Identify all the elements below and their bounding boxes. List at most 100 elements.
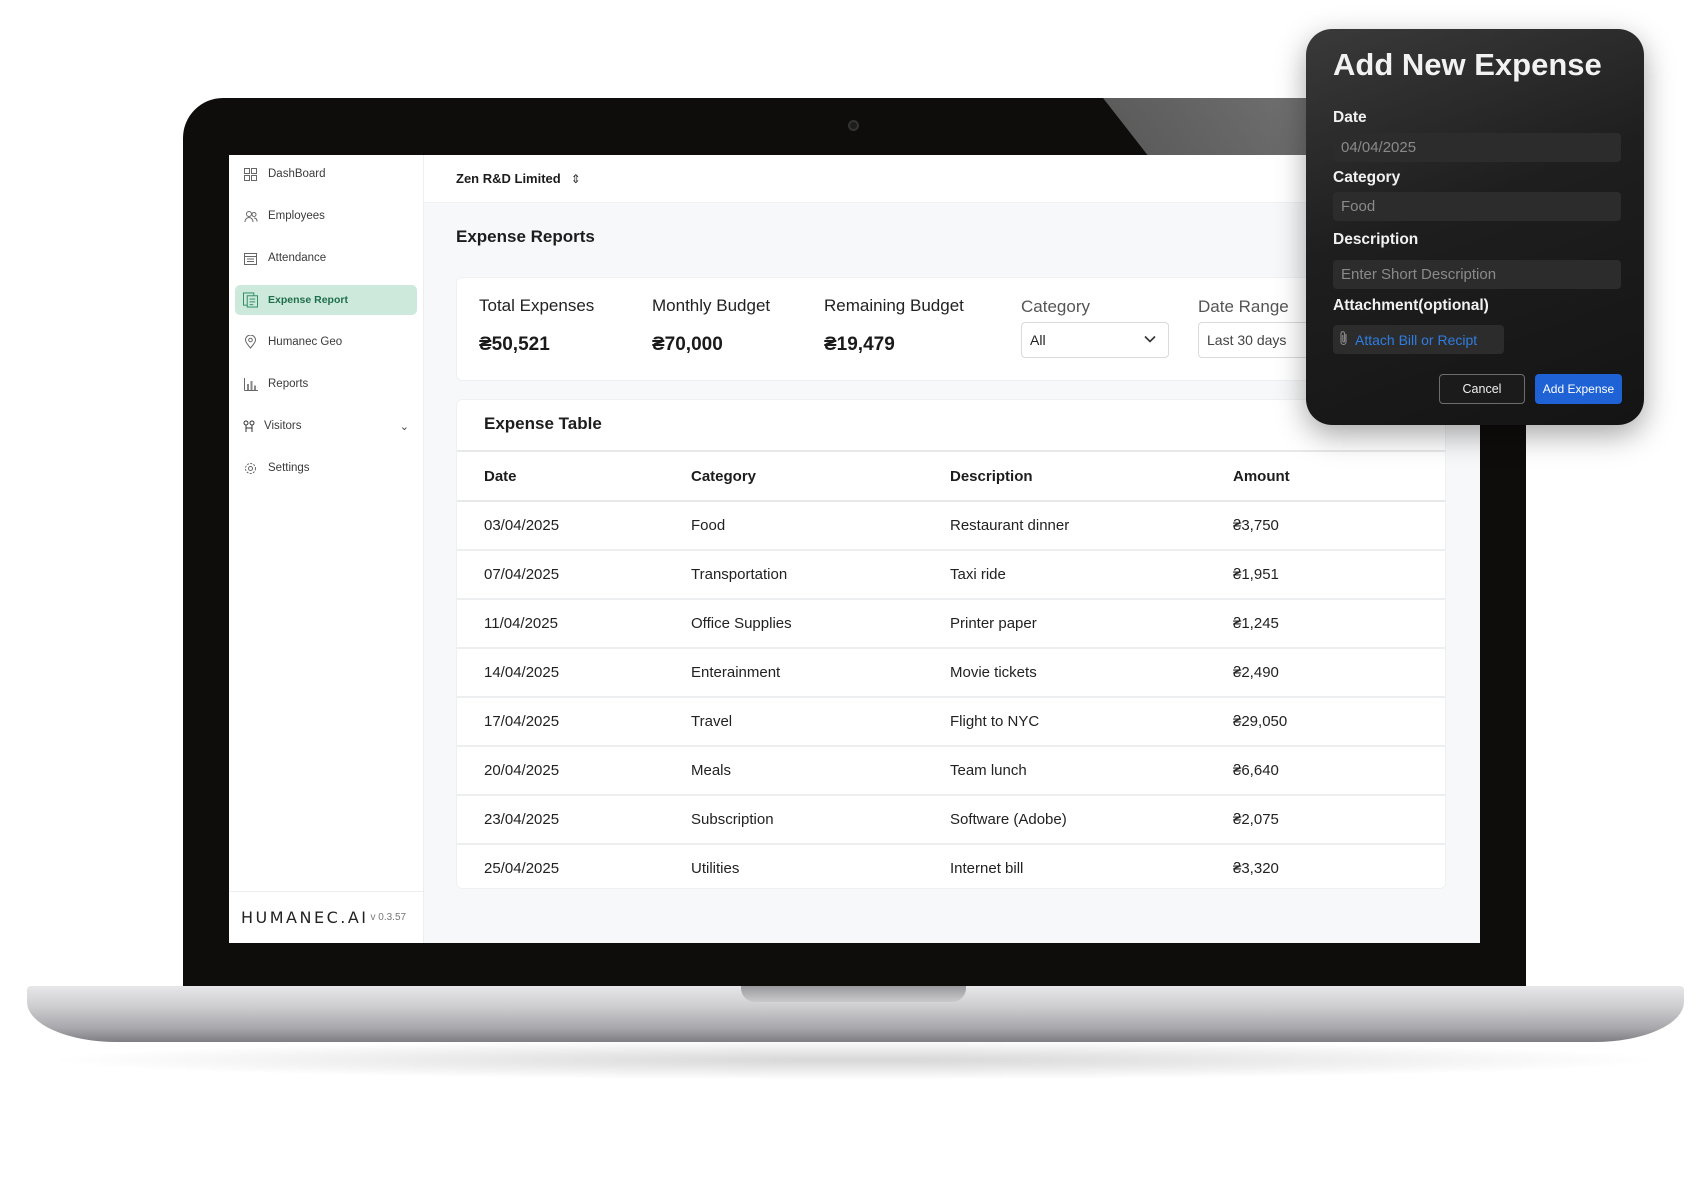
chevron-up-down-icon[interactable]: ⇕	[571, 172, 581, 186]
sidebar: DashBoard Employees Attendance Expense R…	[229, 155, 424, 943]
attach-link: Attach Bill or Recipt	[1355, 331, 1478, 348]
laptop-shadow	[40, 1040, 1670, 1080]
sidebar-item-label: DashBoard	[268, 168, 326, 180]
sidebar-item-reports[interactable]: Reports	[235, 369, 417, 399]
table-header-row: Date Category Description Amount	[457, 450, 1445, 502]
stat-value: ₴19,479	[824, 334, 895, 355]
description-cell: Printer paper	[950, 599, 1233, 649]
receipt-icon	[243, 292, 258, 308]
category-select-value: All	[1030, 332, 1046, 348]
table-row[interactable]: 20/04/2025 Meals Team lunch ₴6,640	[457, 746, 1445, 796]
category-cell: Office Supplies	[691, 599, 950, 649]
description-field[interactable]: Enter Short Description	[1333, 260, 1621, 289]
date-cell: 03/04/2025	[457, 501, 691, 551]
total-expenses-stat: Total Expenses ₴50,521	[479, 296, 594, 356]
category-cell: Transportation	[691, 550, 950, 600]
date-field-value: 04/04/2025	[1341, 139, 1417, 156]
amount-cell: ₴2,490	[1233, 648, 1445, 698]
column-header: Category	[691, 450, 950, 502]
sidebar-item-attendance[interactable]: Attendance	[235, 243, 417, 273]
amount-cell: ₴2,075	[1233, 795, 1445, 845]
attachment-label: Attachment(optional)	[1333, 297, 1489, 314]
date-range-select[interactable]: Last 30 days	[1198, 322, 1318, 358]
date-range-label: Date Range	[1198, 297, 1289, 316]
sidebar-item-humanec-geo[interactable]: Humanec Geo	[235, 327, 417, 357]
description-cell: Flight to NYC	[950, 697, 1233, 747]
users-icon	[243, 209, 258, 224]
company-switcher[interactable]: Zen R&D Limited	[456, 171, 561, 186]
date-cell: 07/04/2025	[457, 550, 691, 600]
table-title: Expense Table	[484, 414, 602, 433]
laptop-notch	[741, 986, 966, 1002]
table-row[interactable]: 07/04/2025 Transportation Taxi ride ₴1,9…	[457, 550, 1445, 600]
sidebar-item-expense-report[interactable]: Expense Report	[235, 285, 417, 315]
sidebar-item-label: Employees	[268, 210, 325, 222]
product-mockup: DashBoard Employees Attendance Expense R…	[0, 0, 1700, 1200]
category-cell: Meals	[691, 746, 950, 796]
sidebar-item-label: Visitors	[264, 420, 302, 432]
category-filter-label: Category	[1021, 297, 1090, 316]
cancel-button[interactable]: Cancel	[1439, 374, 1525, 404]
column-header: Description	[950, 450, 1233, 502]
app-screen: DashBoard Employees Attendance Expense R…	[229, 155, 1480, 943]
description-cell: Software (Adobe)	[950, 795, 1233, 845]
attach-bill-button[interactable]: Attach Bill or Recipt	[1333, 325, 1504, 354]
sidebar-item-label: Attendance	[268, 252, 327, 264]
page-title: Expense Reports	[456, 227, 595, 246]
category-select[interactable]: All	[1021, 322, 1169, 358]
date-range-value: Last 30 days	[1207, 332, 1287, 348]
description-cell: Team lunch	[950, 746, 1233, 796]
remaining-budget-stat: Remaining Budget ₴19,479	[824, 296, 964, 356]
date-cell: 25/04/2025	[457, 844, 691, 888]
stat-value: ₴50,521	[479, 334, 550, 355]
amount-cell: ₴1,951	[1233, 550, 1445, 600]
brand-logo: HUMANEC.AI	[241, 908, 369, 927]
chevron-down-icon	[1144, 331, 1156, 346]
expense-table: Date Category Description Amount 03/04/2…	[457, 450, 1445, 888]
monthly-budget-stat: Monthly Budget ₴70,000	[652, 296, 770, 356]
table-row[interactable]: 23/04/2025 Subscription Software (Adobe)…	[457, 795, 1445, 845]
date-label: Date	[1333, 109, 1367, 126]
paperclip-icon	[1339, 330, 1349, 349]
table-row[interactable]: 11/04/2025 Office Supplies Printer paper…	[457, 599, 1445, 649]
description-cell: Taxi ride	[950, 550, 1233, 600]
stat-label: Remaining Budget	[824, 296, 964, 315]
sidebar-item-visitors[interactable]: Visitors ⌄	[235, 411, 417, 441]
chevron-down-icon[interactable]: ⌄	[400, 420, 409, 433]
date-cell: 23/04/2025	[457, 795, 691, 845]
date-cell: 20/04/2025	[457, 746, 691, 796]
expense-table-card: Expense Table Date Category Description …	[456, 399, 1446, 889]
amount-cell: ₴29,050	[1233, 697, 1445, 747]
table-row[interactable]: 03/04/2025 Food Restaurant dinner ₴3,750	[457, 501, 1445, 551]
description-label: Description	[1333, 231, 1419, 248]
stat-label: Monthly Budget	[652, 296, 771, 315]
table-row[interactable]: 17/04/2025 Travel Flight to NYC ₴29,050	[457, 697, 1445, 747]
date-cell: 11/04/2025	[457, 599, 691, 649]
category-cell: Utilities	[691, 844, 950, 888]
stat-value: ₴70,000	[652, 334, 723, 355]
category-field[interactable]: Food	[1333, 192, 1621, 221]
location-pin-icon	[243, 335, 258, 350]
bar-chart-icon	[243, 377, 258, 392]
table-row[interactable]: 14/04/2025 Enterainment Movie tickets ₴2…	[457, 648, 1445, 698]
table-row[interactable]: 25/04/2025 Utilities Internet bill ₴3,32…	[457, 844, 1445, 888]
date-cell: 14/04/2025	[457, 648, 691, 698]
add-expense-button[interactable]: Add Expense	[1535, 374, 1622, 404]
gear-icon	[243, 461, 258, 476]
app-version: v 0.3.57	[370, 912, 407, 923]
grid-icon	[243, 167, 258, 182]
category-cell: Subscription	[691, 795, 950, 845]
sidebar-item-settings[interactable]: Settings	[235, 453, 417, 483]
webcam-icon	[848, 120, 859, 131]
sidebar-item-label: Reports	[268, 378, 309, 390]
description-cell: Internet bill	[950, 844, 1233, 888]
date-field[interactable]: 04/04/2025	[1333, 133, 1621, 162]
sidebar-item-dashboard[interactable]: DashBoard	[235, 159, 417, 189]
category-cell: Food	[691, 501, 950, 551]
modal-title: Add New Expense	[1333, 47, 1602, 82]
column-header: Date	[457, 450, 691, 502]
sidebar-item-employees[interactable]: Employees	[235, 201, 417, 231]
description-cell: Movie tickets	[950, 648, 1233, 698]
amount-cell: ₴6,640	[1233, 746, 1445, 796]
sidebar-item-label: Expense Report	[268, 294, 348, 306]
